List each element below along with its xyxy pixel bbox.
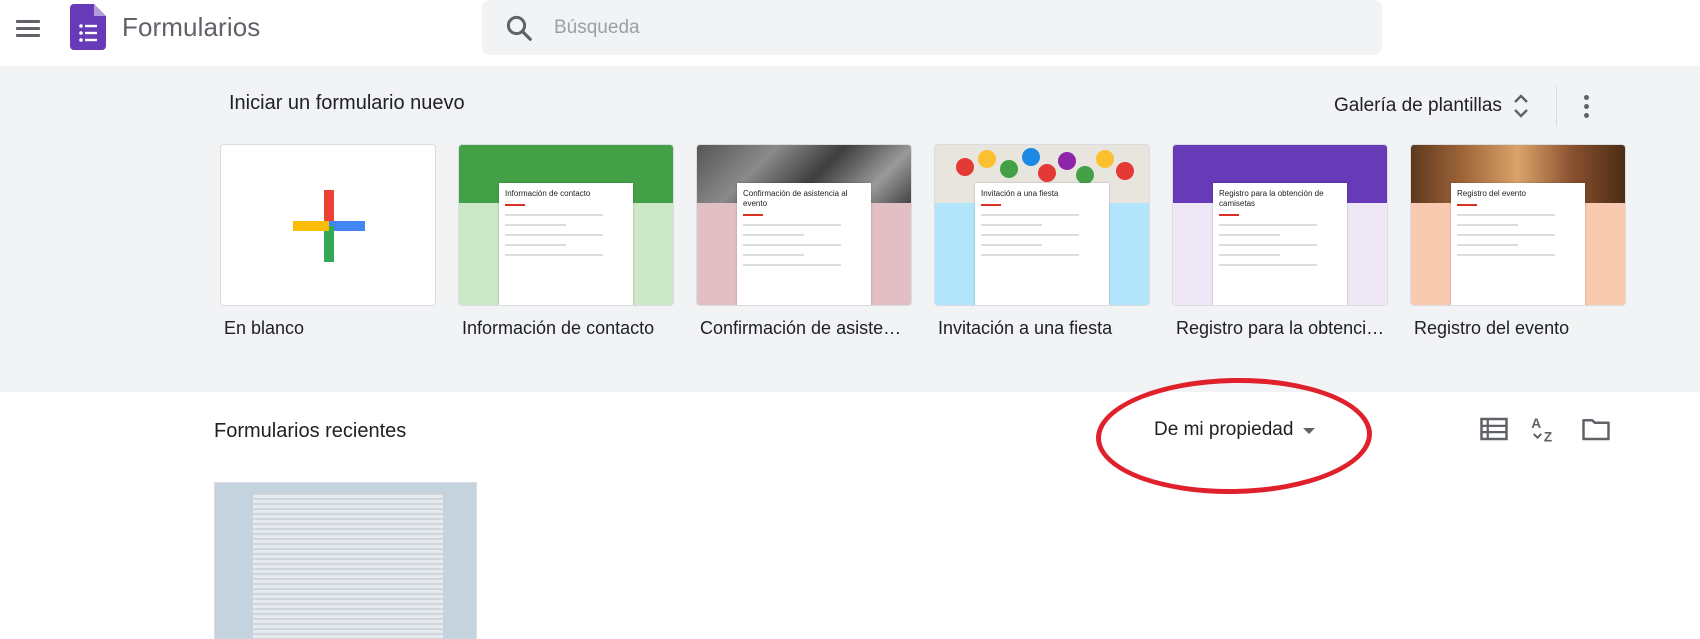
form-preview: Información de contacto bbox=[499, 183, 633, 305]
template-thumbnail[interactable]: Invitación a una fiesta bbox=[934, 144, 1150, 306]
search-icon[interactable] bbox=[504, 13, 534, 43]
form-preview: Confirmación de asistencia al evento bbox=[737, 183, 871, 305]
unfold-icon bbox=[1514, 94, 1528, 118]
template-thumbnail[interactable]: Registro del evento bbox=[1410, 144, 1626, 306]
template-gallery-label: Galería de plantillas bbox=[1334, 95, 1502, 116]
template-thumbnail[interactable]: Registro para la obtención de camisetas bbox=[1172, 144, 1388, 306]
sort-az-icon[interactable]: A Z bbox=[1530, 414, 1560, 444]
template-event-rsvp[interactable]: Confirmación de asistencia al evento Con… bbox=[696, 144, 912, 339]
search-input[interactable] bbox=[552, 8, 1356, 48]
main-menu-icon[interactable] bbox=[10, 10, 46, 46]
svg-text:Z: Z bbox=[1544, 430, 1552, 445]
form-preview: Registro del evento bbox=[1451, 183, 1585, 305]
list-view-icon[interactable] bbox=[1479, 414, 1509, 444]
template-label: En blanco bbox=[224, 318, 305, 338]
app-title[interactable]: Formularios bbox=[122, 10, 260, 44]
svg-text:A: A bbox=[1531, 416, 1541, 431]
template-label: Registro del evento bbox=[1414, 318, 1570, 338]
plus-icon bbox=[293, 190, 365, 262]
template-event-registration[interactable]: Registro del evento Registro del evento bbox=[1410, 144, 1626, 339]
template-label: Información de contacto bbox=[462, 318, 655, 338]
annotation-circle bbox=[1095, 375, 1373, 497]
recent-form-thumbnail[interactable] bbox=[214, 482, 477, 639]
template-party-invite[interactable]: Invitación a una fiesta Invitación a una… bbox=[934, 144, 1150, 339]
recent-forms-heading: Formularios recientes bbox=[214, 420, 407, 442]
more-options-icon[interactable] bbox=[1568, 88, 1604, 124]
folder-icon[interactable] bbox=[1581, 414, 1611, 444]
template-label: Registro para la obtención de camisetas bbox=[1176, 318, 1386, 338]
template-thumbnail[interactable]: Confirmación de asistencia al evento bbox=[696, 144, 912, 306]
template-gallery-button[interactable]: Galería de plantillas bbox=[1334, 86, 1530, 126]
app-header: Formularios bbox=[0, 0, 1700, 66]
form-preview: Registro para la obtención de camisetas bbox=[1213, 183, 1347, 305]
form-preview bbox=[253, 493, 443, 639]
template-label: Invitación a una fiesta bbox=[938, 318, 1113, 338]
template-thumbnail[interactable]: Información de contacto bbox=[458, 144, 674, 306]
toolbar-divider bbox=[1556, 86, 1557, 126]
template-thumbnail[interactable] bbox=[220, 144, 436, 306]
new-form-heading: Iniciar un formulario nuevo bbox=[229, 92, 465, 114]
template-contact-info[interactable]: Información de contacto Información de c… bbox=[458, 144, 674, 339]
search-box[interactable] bbox=[482, 0, 1382, 55]
template-tshirt-signup[interactable]: Registro para la obtención de camisetas … bbox=[1172, 144, 1388, 339]
template-gallery-section: Iniciar un formulario nuevo Galería de p… bbox=[0, 66, 1700, 392]
template-label: Confirmación de asistencia al evento bbox=[700, 318, 910, 338]
form-preview: Invitación a una fiesta bbox=[975, 183, 1109, 305]
template-blank[interactable]: En blanco bbox=[220, 144, 436, 339]
forms-logo-icon[interactable] bbox=[70, 4, 106, 50]
